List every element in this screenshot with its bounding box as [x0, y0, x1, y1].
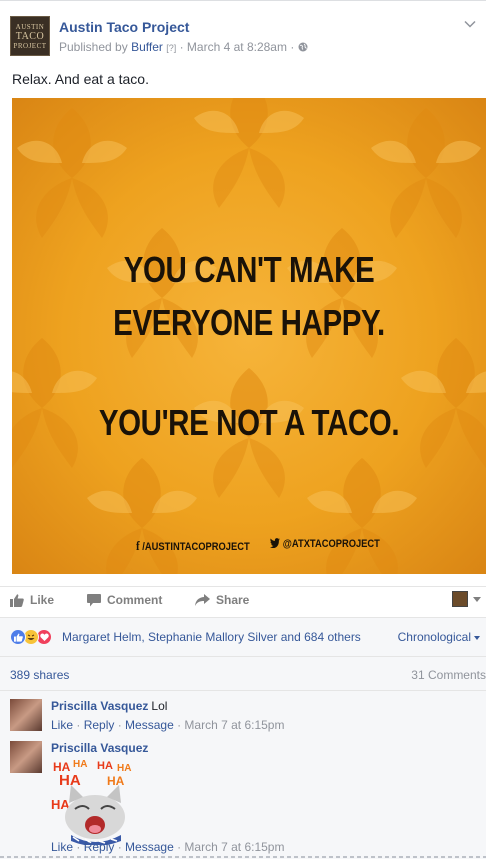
post-date-link[interactable]: March 4 at 8:28am	[187, 40, 287, 54]
thumbs-up-icon	[10, 593, 24, 607]
laughing-cat-sticker[interactable]: HA HA HA HA HA HA HA	[51, 759, 137, 846]
meta-separator: ·	[179, 40, 184, 54]
reaction-icons[interactable]	[10, 629, 62, 645]
comment-author-link[interactable]: Priscilla Vasquez Lol	[51, 699, 167, 713]
logo-text-3: PROJECT	[13, 41, 47, 50]
chevron-down-icon[interactable]	[464, 18, 476, 30]
counts-bar: 389 shares 31 Comments	[0, 656, 486, 691]
post-image[interactable]: YOU CAN'T MAKE EVERYONE HAPPY. YOU'RE NO…	[12, 98, 486, 574]
page-name-link[interactable]: Austin Taco Project	[59, 19, 189, 35]
twitter-handle-text: @ATXTACOPROJECT	[282, 538, 380, 550]
bottom-divider	[0, 856, 486, 858]
shares-link[interactable]: 389 shares	[10, 668, 69, 682]
reactions-bar: Margaret Helm, Stephanie Mallory Silver …	[0, 618, 486, 656]
post-header: AUSTIN TACO PROJECT Austin Taco Project …	[10, 16, 476, 60]
speech-bubble-icon	[87, 593, 101, 606]
comment-actions: Like · Reply · Message · March 7 at 6:15…	[51, 718, 285, 732]
sticker-image: HA HA HA HA HA HA HA	[51, 759, 131, 846]
sticker-ha-2: HA	[73, 759, 87, 770]
comments-count[interactable]: 31 Comments	[411, 668, 486, 682]
comment-actions: Like · Reply · Message · March 7 at 6:15…	[51, 840, 285, 854]
sticker-ha-3: HA	[97, 760, 113, 772]
comment-reply-link[interactable]: Reply	[84, 840, 115, 854]
share-label: Share	[216, 593, 250, 607]
quote-line-1: YOU CAN'T MAKE	[123, 249, 375, 290]
post-meta: Published by Buffer [?] · March 4 at 8:2…	[59, 40, 308, 54]
help-link[interactable]: [?]	[166, 43, 176, 53]
comment-author[interactable]: Priscilla Vasquez	[51, 699, 148, 713]
comment-reply-link[interactable]: Reply	[84, 718, 115, 732]
sticker-ha-6: HA	[107, 774, 125, 788]
comment-item: Priscilla Vasquez Lol Like · Reply · Mess…	[10, 699, 480, 735]
share-arrow-icon	[195, 594, 210, 606]
meta-prefix: Published by	[59, 40, 128, 54]
comments-section: Priscilla Vasquez Lol Like · Reply · Mess…	[0, 690, 486, 859]
facebook-handle-text: /AUSTINTACOPROJECT	[142, 541, 250, 553]
sticker-ha-5: HA	[59, 772, 81, 789]
quote-line-3: YOU'RE NOT A TACO.	[98, 402, 400, 443]
comment-order-dropdown[interactable]: Chronological	[398, 630, 480, 644]
like-button[interactable]: Like	[10, 593, 54, 607]
comment-author[interactable]: Priscilla Vasquez	[51, 741, 148, 755]
post-caption: Relax. And eat a taco.	[12, 71, 149, 87]
sticker-ha-4: HA	[117, 763, 131, 774]
comment-like-link[interactable]: Like	[51, 718, 73, 732]
image-facebook-handle: f /AUSTINTACOPROJECT	[136, 538, 250, 554]
comment-like-link[interactable]: Like	[51, 840, 73, 854]
comment-message-link[interactable]: Message	[125, 718, 174, 732]
share-button[interactable]: Share	[195, 593, 249, 607]
reaction-names-link[interactable]: Margaret Helm, Stephanie Mallory Silver …	[62, 630, 361, 644]
actor-avatar-selector[interactable]	[452, 591, 468, 607]
caret-down-icon[interactable]	[473, 597, 481, 602]
logo-text-1: AUSTIN	[15, 22, 45, 31]
twitter-bird-icon	[270, 538, 280, 549]
comment-message-link[interactable]: Message	[125, 840, 174, 854]
publisher-link[interactable]: Buffer	[131, 40, 163, 54]
like-reaction-icon	[10, 629, 26, 645]
facebook-f-icon: f	[136, 538, 140, 553]
quote-line-2: EVERYONE HAPPY.	[113, 302, 385, 343]
comment-button[interactable]: Comment	[87, 593, 162, 607]
avatar[interactable]	[10, 741, 42, 773]
action-bar: Like Comment Share	[0, 587, 486, 617]
logo-text-2: TACO	[15, 30, 45, 42]
comment-label: Comment	[107, 593, 163, 607]
comment-item: Priscilla Vasquez HA HA HA HA HA HA HA L…	[10, 741, 480, 857]
comment-author-link[interactable]: Priscilla Vasquez	[51, 741, 148, 755]
like-label: Like	[30, 593, 55, 607]
comment-time[interactable]: March 7 at 6:15pm	[184, 718, 284, 732]
post-card: AUSTIN TACO PROJECT Austin Taco Project …	[0, 0, 486, 859]
comment-text: Lol	[151, 699, 168, 713]
globe-icon	[298, 42, 308, 52]
meta-separator-2: ·	[290, 40, 295, 54]
avatar[interactable]	[10, 699, 42, 731]
comment-time[interactable]: March 7 at 6:15pm	[184, 840, 284, 854]
page-avatar[interactable]: AUSTIN TACO PROJECT	[10, 16, 50, 56]
image-twitter-handle: @ATXTACOPROJECT	[270, 538, 380, 550]
